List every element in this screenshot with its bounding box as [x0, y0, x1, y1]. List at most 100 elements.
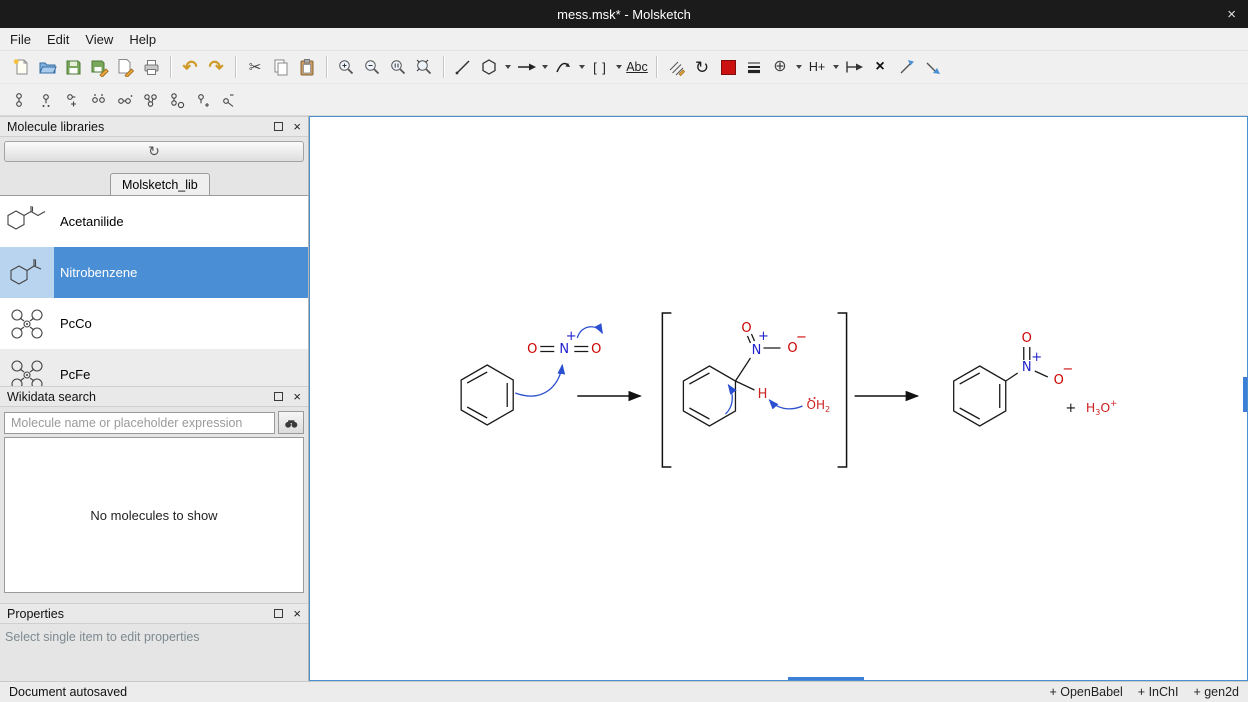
fragment-tool-button-9[interactable]	[216, 87, 242, 113]
bracket-tool-button[interactable]: [ ]	[587, 54, 613, 80]
cleanup-button[interactable]: ↻	[689, 54, 715, 80]
fragment-tool-button-3[interactable]	[60, 87, 86, 113]
connect-arrow-button[interactable]	[841, 54, 867, 80]
svg-text:N[interactable]: N	[1022, 360, 1032, 375]
water-nucleophile[interactable]: OH2	[807, 397, 831, 414]
float-panel-icon[interactable]	[274, 122, 283, 131]
dropdown-arrow-icon[interactable]	[616, 65, 622, 69]
dropdown-arrow-icon[interactable]	[505, 65, 511, 69]
wikidata-panel-title: Wikidata search	[7, 390, 96, 404]
drawing-canvas[interactable]: O N O +	[309, 116, 1248, 681]
app-window: mess.msk* - Molsketch × File Edit View H…	[0, 0, 1248, 702]
library-item-acetanilide[interactable]: Acetanilide	[0, 196, 308, 247]
zoom-out-button[interactable]	[359, 54, 385, 80]
save-button[interactable]	[60, 54, 86, 80]
float-panel-icon[interactable]	[274, 609, 283, 618]
reaction-scene[interactable]: O N O +	[310, 117, 1247, 680]
nitronium-ion[interactable]: O N O +	[527, 329, 601, 357]
window-close-icon[interactable]: ×	[1227, 0, 1236, 28]
electron-arrow-ring-rearomatize[interactable]	[725, 385, 732, 414]
fragment-tool-button-7[interactable]	[164, 87, 190, 113]
library-refresh-button[interactable]: ↻	[4, 141, 304, 162]
cut-button[interactable]: ✂	[242, 54, 268, 80]
canvas-vertical-scrollbar[interactable]	[1243, 377, 1247, 412]
wikidata-search-input[interactable]	[4, 412, 275, 434]
menu-file[interactable]: File	[4, 30, 41, 49]
svg-text:H[interactable]: H	[758, 387, 768, 402]
new-file-button[interactable]	[8, 54, 34, 80]
fragment-tool-button-1[interactable]	[8, 87, 34, 113]
close-panel-icon[interactable]: ×	[293, 607, 301, 620]
electron-arrow-water-to-h[interactable]	[769, 400, 802, 409]
svg-text:O[interactable]: O	[527, 342, 537, 357]
toolbar-separator	[235, 56, 236, 78]
menu-edit[interactable]: Edit	[41, 30, 79, 49]
text-tool-button[interactable]: Abc	[624, 54, 650, 80]
color-picker-button[interactable]	[715, 54, 741, 80]
redo-button[interactable]: ↷	[203, 54, 229, 80]
flip-horizontal-button[interactable]	[893, 54, 919, 80]
zoom-fit-button[interactable]	[411, 54, 437, 80]
fragment-tool-button-8[interactable]	[190, 87, 216, 113]
toolbar-separator	[170, 56, 171, 78]
print-button[interactable]	[138, 54, 164, 80]
dropdown-arrow-icon[interactable]	[579, 65, 585, 69]
canvas-horizontal-scrollbar[interactable]	[788, 677, 864, 680]
svg-text:+: +	[758, 329, 769, 344]
zoom-original-button[interactable]	[385, 54, 411, 80]
svg-text:N[interactable]: N	[752, 343, 762, 358]
svg-text:O[interactable]: O	[741, 321, 751, 336]
export-button[interactable]	[112, 54, 138, 80]
float-panel-icon[interactable]	[274, 392, 283, 401]
close-panel-icon[interactable]: ×	[293, 120, 301, 133]
open-file-button[interactable]	[34, 54, 60, 80]
mechanism-arrow-button[interactable]	[550, 54, 576, 80]
reaction-arrow-button[interactable]	[513, 54, 539, 80]
arenium-intermediate[interactable]: O N + O − H	[683, 321, 807, 426]
zoom-in-button[interactable]	[333, 54, 359, 80]
nitrobenzene-product[interactable]: O N + O −	[954, 331, 1074, 426]
svg-text:O[interactable]: O	[1022, 331, 1032, 346]
undo-button[interactable]: ↶	[177, 54, 203, 80]
reactant-benzene[interactable]	[461, 365, 513, 425]
wikidata-search-button[interactable]	[278, 411, 304, 434]
molecule-thumbnail	[0, 247, 54, 298]
svg-text:N[interactable]: N	[559, 342, 569, 357]
hatch-tool-button[interactable]	[663, 54, 689, 80]
tab-molsketch-lib[interactable]: Molsketch_lib	[110, 173, 210, 195]
draw-bond-button[interactable]	[450, 54, 476, 80]
close-panel-icon[interactable]: ×	[293, 390, 301, 403]
paste-button[interactable]	[294, 54, 320, 80]
menu-view[interactable]: View	[79, 30, 123, 49]
hydronium-ion[interactable]: H3O+	[1086, 399, 1117, 417]
electron-arrow-n-to-o[interactable]	[577, 327, 602, 338]
export-icon	[115, 57, 135, 77]
save-as-button[interactable]	[86, 54, 112, 80]
library-tabbar: Molsketch_lib	[0, 170, 308, 196]
window-title: mess.msk* - Molsketch	[557, 7, 691, 22]
copy-button[interactable]	[268, 54, 294, 80]
fragment-tool-button-2[interactable]	[34, 87, 60, 113]
dropdown-arrow-icon[interactable]	[796, 65, 802, 69]
fragment-tool-button-5[interactable]	[112, 87, 138, 113]
fragment-tool-button-6[interactable]	[138, 87, 164, 113]
paste-icon	[297, 57, 317, 77]
fragment-tool-button-4[interactable]	[86, 87, 112, 113]
fragment-icon	[219, 90, 239, 110]
titlebar: mess.msk* - Molsketch ×	[0, 0, 1248, 28]
charge-tool-button[interactable]: ⊕	[767, 54, 793, 80]
library-item-nitrobenzene[interactable]: Nitrobenzene	[0, 247, 308, 298]
menu-help[interactable]: Help	[123, 30, 166, 49]
svg-text:O[interactable]: O	[591, 342, 601, 357]
line-width-button[interactable]	[741, 54, 767, 80]
ring-tool-button[interactable]	[476, 54, 502, 80]
delete-icon: ×	[875, 58, 884, 76]
flip-vertical-button[interactable]	[919, 54, 945, 80]
library-item-pcfe[interactable]: PcFe	[0, 349, 308, 386]
electron-arrow-ring-to-nitronium[interactable]	[515, 365, 562, 396]
library-item-pcco[interactable]: PcCo	[0, 298, 308, 349]
dropdown-arrow-icon[interactable]	[542, 65, 548, 69]
dropdown-arrow-icon[interactable]	[833, 65, 839, 69]
hydrogen-tool-button[interactable]: H+	[804, 54, 830, 80]
delete-button[interactable]: ×	[867, 54, 893, 80]
